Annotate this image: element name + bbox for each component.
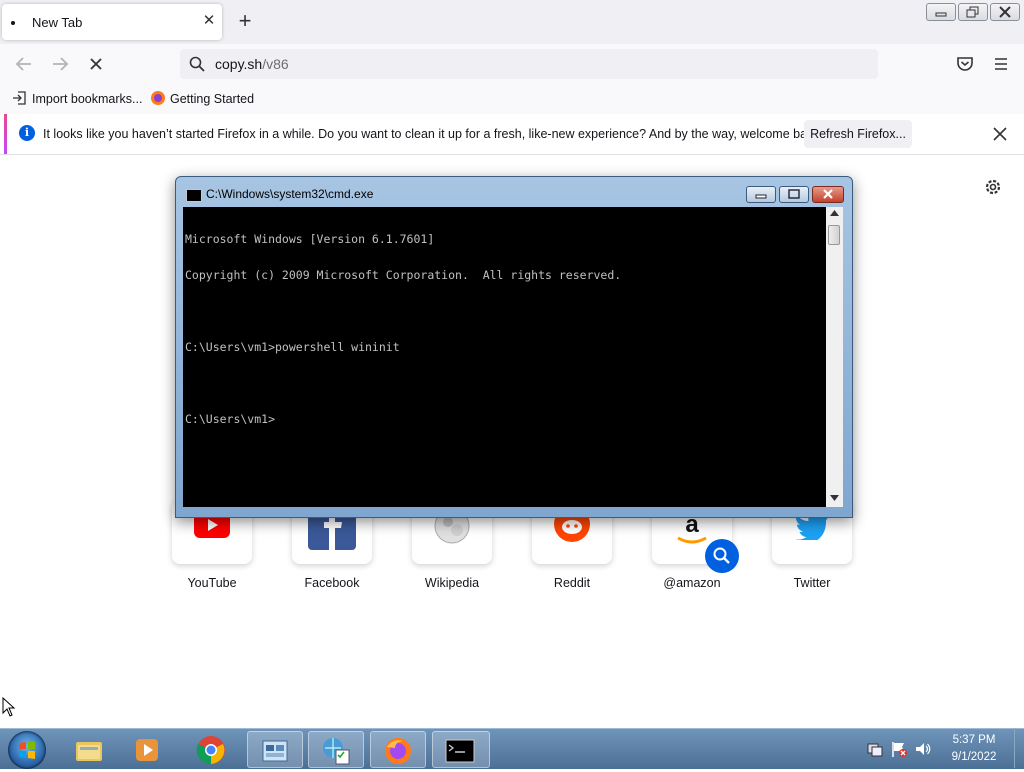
hamburger-menu-icon[interactable]: [990, 53, 1012, 75]
cmd-window[interactable]: C:\Windows\system32\cmd.exe Microsoft Wi…: [175, 176, 853, 518]
network-tray-icon[interactable]: [866, 740, 884, 758]
tab-loading-dot: [11, 21, 15, 25]
notification-bar: i It looks like you haven’t started Fire…: [0, 114, 1024, 155]
tab-strip: New Tab ✕ +: [0, 0, 1024, 44]
console-line: C:\Users\vm1>powershell wininit: [185, 340, 400, 354]
cmd-icon: [186, 189, 202, 202]
console-line: Copyright (c) 2009 Microsoft Corporation…: [185, 268, 622, 282]
url-bar[interactable]: copy.sh/v86: [180, 49, 878, 79]
cmd-window-title: C:\Windows\system32\cmd.exe: [206, 187, 374, 201]
clock-date: 9/1/2022: [951, 751, 997, 763]
bookmarks-toolbar: Import bookmarks... Getting Started: [0, 84, 1024, 114]
bookmark-label: Import bookmarks...: [32, 92, 143, 106]
scroll-down-arrow-icon[interactable]: [830, 495, 839, 501]
cmd-minimize-button[interactable]: [746, 186, 776, 203]
window-restore-button[interactable]: [958, 3, 988, 21]
globe-checklist-icon: [323, 738, 350, 765]
url-host: copy.sh: [215, 56, 263, 72]
action-center-flag-icon[interactable]: [890, 740, 908, 758]
start-button[interactable]: [8, 731, 46, 769]
volume-icon[interactable]: [914, 740, 932, 758]
bookmark-getting-started[interactable]: Getting Started: [150, 90, 254, 108]
firefox-icon: [151, 91, 165, 105]
gear-icon[interactable]: [983, 177, 1003, 197]
search-icon: [713, 547, 730, 564]
taskbar-firefox[interactable]: [370, 731, 426, 768]
bookmark-import[interactable]: Import bookmarks...: [12, 90, 142, 108]
taskbar-network-app[interactable]: [247, 731, 303, 768]
new-tab-button[interactable]: +: [234, 10, 256, 32]
site-label: @amazon: [663, 576, 721, 590]
navigation-bar: copy.sh/v86: [0, 44, 1024, 84]
pocket-icon[interactable]: [954, 53, 976, 75]
scroll-thumb[interactable]: [828, 225, 840, 245]
cmd-scrollbar[interactable]: [826, 207, 843, 507]
refresh-firefox-button[interactable]: Refresh Firefox...: [804, 120, 912, 148]
import-icon: [13, 91, 26, 105]
cmd-console-output[interactable]: Microsoft Windows [Version 6.1.7601] Cop…: [183, 207, 826, 507]
notification-message: It looks like you haven’t started Firefo…: [43, 127, 824, 141]
info-icon: i: [19, 125, 35, 141]
stop-loading-icon[interactable]: [84, 52, 108, 76]
cmd-close-button[interactable]: [812, 186, 844, 203]
site-label: Twitter: [793, 576, 831, 590]
window-close-button[interactable]: [990, 3, 1020, 21]
clock-time: 5:37 PM: [952, 734, 996, 746]
show-desktop-button[interactable]: [1014, 728, 1024, 768]
cmd-titlebar[interactable]: C:\Windows\system32\cmd.exe: [176, 177, 852, 207]
url-text[interactable]: copy.sh/v86: [215, 56, 289, 72]
bookmark-label: Getting Started: [170, 92, 255, 106]
notification-accent-stripe: [4, 114, 7, 154]
windows-logo-icon: [19, 741, 35, 759]
chrome-icon: [196, 736, 225, 765]
site-label: Wikipedia: [424, 576, 480, 590]
back-arrow-icon[interactable]: [12, 52, 36, 76]
taskbar-cmd[interactable]: [432, 731, 490, 768]
firefox-icon: [385, 738, 411, 764]
taskbar-chrome[interactable]: [184, 731, 240, 768]
cmd-maximize-button[interactable]: [779, 186, 809, 203]
tab-close-icon[interactable]: ✕: [200, 12, 218, 30]
taskbar-media-player[interactable]: [120, 731, 176, 768]
url-path: /v86: [262, 56, 289, 72]
console-line: Microsoft Windows [Version 6.1.7601]: [185, 232, 435, 246]
console-line: C:\Users\vm1>: [185, 412, 276, 426]
network-app-icon: [262, 740, 288, 762]
forward-arrow-icon[interactable]: [48, 52, 72, 76]
search-shortcut-badge[interactable]: [705, 539, 739, 573]
media-player-icon: [136, 739, 158, 761]
scroll-up-arrow-icon[interactable]: [830, 210, 839, 216]
tab-title: New Tab: [32, 15, 83, 30]
taskbar-ie-tasks[interactable]: [308, 731, 364, 768]
folder-icon: [76, 742, 102, 761]
taskbar-explorer[interactable]: [62, 731, 118, 768]
search-icon: [189, 56, 205, 72]
site-label: YouTube: [187, 576, 237, 590]
window-minimize-button[interactable]: [926, 3, 956, 21]
site-label: Reddit: [553, 576, 591, 590]
mouse-cursor-icon: [2, 697, 16, 717]
system-clock[interactable]: 5:37 PM 9/1/2022: [936, 732, 1012, 766]
cmd-icon: [445, 739, 475, 763]
site-label: Facebook: [304, 576, 360, 590]
tab-new-tab[interactable]: New Tab ✕: [2, 4, 222, 40]
close-icon[interactable]: [990, 124, 1010, 144]
